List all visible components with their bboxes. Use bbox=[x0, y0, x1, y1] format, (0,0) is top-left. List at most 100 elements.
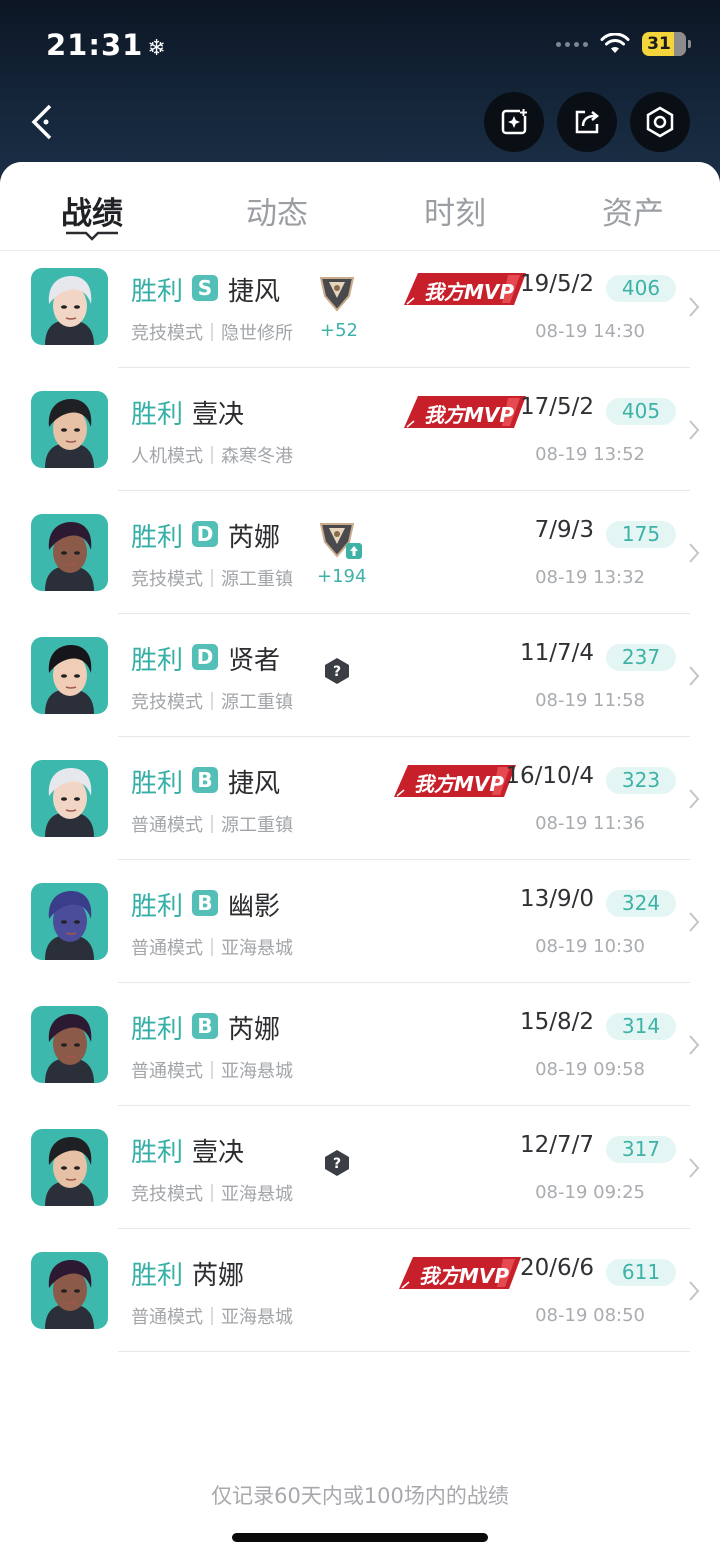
match-time: 08-19 13:52 bbox=[535, 444, 645, 465]
match-mode-map: 普通模式｜源工重镇 bbox=[131, 815, 293, 836]
match-score: 323 bbox=[606, 767, 676, 794]
mvp-label: 我方MVP bbox=[424, 403, 515, 427]
battery-level: 31 bbox=[647, 34, 671, 54]
hero-name: 芮娜 bbox=[192, 1261, 245, 1291]
match-row[interactable]: 胜利 B 捷风 普通模式｜源工重镇 我方MVP 16/10/4 323 08-19 11:… bbox=[0, 737, 720, 860]
match-list: 胜利C捷风普通模式｜源工重镇10/9/319608-19 14:55 胜利S捷风… bbox=[0, 162, 720, 1352]
tab-assets[interactable]: 资产 bbox=[602, 188, 664, 233]
tab-bar: 战绩 动态 时刻 资产 bbox=[0, 162, 720, 251]
svg-text:?: ? bbox=[333, 1156, 341, 1172]
tab-activity[interactable]: 动态 bbox=[246, 188, 308, 233]
kda: 16/10/4 bbox=[505, 763, 594, 789]
hero-name: 捷风 bbox=[228, 769, 281, 799]
match-row[interactable]: 胜利 芮娜 普通模式｜亚海悬城 我方MVP 20/6/6 611 08-19 08:50 bbox=[0, 1229, 720, 1352]
match-score: 314 bbox=[606, 1013, 676, 1040]
match-row[interactable]: 胜利 壹决人机模式｜森寒冬港 我方MVP 17/5/2 405 08-19 13:52 bbox=[0, 368, 720, 491]
match-rank-badge: B bbox=[192, 767, 218, 793]
settings-button[interactable] bbox=[630, 92, 690, 152]
rank-up-icon bbox=[346, 543, 362, 559]
status-indicators: 31 bbox=[556, 32, 691, 56]
rank-points-change: +52 bbox=[320, 320, 358, 341]
match-score: 317 bbox=[606, 1136, 676, 1163]
match-result: 胜利 bbox=[131, 400, 184, 430]
match-score: 406 bbox=[606, 275, 676, 302]
hero-avatar bbox=[31, 1252, 108, 1329]
match-row[interactable]: 胜利 B 芮娜 普通模式｜亚海悬城 15/8/2 314 08-19 09:58 bbox=[0, 983, 720, 1106]
hero-name: 壹决 bbox=[192, 400, 245, 430]
kda: 15/8/2 bbox=[519, 1009, 594, 1035]
match-row[interactable]: 胜利 D 芮娜 竞技模式｜源工重镇 +194 7/9/3 175 08-19 13:32 bbox=[0, 491, 720, 614]
content-sheet: 战绩 动态 时刻 资产 胜利C捷风普通模式｜源工重镇10/9/319608-19… bbox=[0, 162, 720, 1558]
match-result: 胜利 bbox=[131, 1261, 184, 1291]
match-score: 324 bbox=[606, 890, 676, 917]
match-row[interactable]: 胜利 S 捷风 竞技模式｜隐世修所 我方MVP +52 19/5/2 406 08-19 1… bbox=[0, 245, 720, 368]
hero-avatar bbox=[31, 1006, 108, 1083]
match-time: 08-19 14:30 bbox=[535, 321, 645, 342]
hero-avatar bbox=[31, 760, 108, 837]
kda: 11/7/4 bbox=[519, 640, 594, 666]
match-score: 405 bbox=[606, 398, 676, 425]
kda: 12/7/7 bbox=[519, 1132, 594, 1158]
match-result: 胜利 bbox=[131, 892, 184, 922]
chevron-right-icon bbox=[689, 1281, 700, 1301]
wifi-icon bbox=[600, 33, 630, 53]
tab-moments[interactable]: 时刻 bbox=[424, 188, 486, 233]
share-button[interactable] bbox=[557, 92, 617, 152]
sparkle-add-icon bbox=[501, 109, 527, 135]
match-result: 胜利 bbox=[131, 769, 184, 799]
match-rank-badge: D bbox=[192, 521, 218, 547]
match-mode-map: 普通模式｜亚海悬城 bbox=[131, 1307, 293, 1328]
match-time: 08-19 11:58 bbox=[535, 690, 645, 711]
battery-icon: 31 bbox=[642, 32, 691, 56]
match-rank-badge: D bbox=[192, 644, 218, 670]
hero-avatar bbox=[31, 1129, 108, 1206]
hero-avatar bbox=[31, 391, 108, 468]
match-row[interactable]: 胜利 D 贤者 竞技模式｜源工重镇 ? 11/7/4 237 08-19 11:58 bbox=[0, 614, 720, 737]
match-result: 胜利 bbox=[131, 277, 184, 307]
match-score: 175 bbox=[606, 521, 676, 548]
share-icon bbox=[575, 110, 600, 134]
match-time: 08-19 13:32 bbox=[535, 567, 645, 588]
kda: 19/5/2 bbox=[519, 271, 594, 297]
match-score: 237 bbox=[606, 644, 676, 671]
match-row[interactable]: 胜利 壹决竞技模式｜亚海悬城 ? 12/7/7 317 08-19 09:25 bbox=[0, 1106, 720, 1229]
match-time: 08-19 09:25 bbox=[535, 1182, 645, 1203]
home-indicator[interactable] bbox=[232, 1533, 488, 1542]
match-mode-map: 普通模式｜亚海悬城 bbox=[131, 938, 293, 959]
rank-points-change: +194 bbox=[317, 566, 367, 587]
snowflake-icon: ❄ bbox=[147, 36, 167, 61]
cellular-signal-icon bbox=[556, 41, 588, 47]
kda: 20/6/6 bbox=[519, 1255, 594, 1281]
match-mode-map: 竞技模式｜源工重镇 bbox=[131, 692, 293, 713]
match-mode-map: 竞技模式｜亚海悬城 bbox=[131, 1184, 293, 1205]
hero-name: 捷风 bbox=[228, 277, 281, 307]
hero-name: 壹决 bbox=[192, 1138, 245, 1168]
match-mode-map: 竞技模式｜隐世修所 bbox=[131, 323, 293, 344]
rank-medal-icon bbox=[319, 277, 355, 312]
sparkle-add-button[interactable] bbox=[484, 92, 544, 152]
match-result: 胜利 bbox=[131, 1138, 184, 1168]
chevron-right-icon bbox=[689, 543, 700, 563]
chevron-right-icon bbox=[689, 297, 700, 317]
hero-name: 芮娜 bbox=[228, 1015, 281, 1045]
back-icon[interactable] bbox=[28, 100, 68, 144]
match-mode-map: 人机模式｜森寒冬港 bbox=[131, 446, 293, 467]
hero-avatar bbox=[31, 637, 108, 714]
svg-text:?: ? bbox=[333, 664, 341, 680]
unknown-rank-icon: ? bbox=[325, 1150, 349, 1176]
match-result: 胜利 bbox=[131, 646, 184, 676]
kda: 7/9/3 bbox=[534, 517, 594, 543]
mvp-label: 我方MVP bbox=[414, 772, 505, 796]
match-time: 08-19 09:58 bbox=[535, 1059, 645, 1080]
match-row[interactable]: 胜利 B 幽影 普通模式｜亚海悬城 13/9/0 324 08-19 10:30 bbox=[0, 860, 720, 983]
match-result: 胜利 bbox=[131, 1015, 184, 1045]
match-rank-badge: B bbox=[192, 890, 218, 916]
row-divider bbox=[118, 1351, 690, 1352]
chevron-right-icon bbox=[689, 789, 700, 809]
tab-record[interactable]: 战绩 bbox=[61, 188, 123, 233]
footer-note: 仅记录60天内或100场内的战绩 bbox=[211, 1484, 509, 1508]
chevron-right-icon bbox=[689, 666, 700, 686]
status-time: 21:31 ❄ bbox=[46, 28, 167, 62]
kda: 17/5/2 bbox=[519, 394, 594, 420]
chevron-right-icon bbox=[689, 420, 700, 440]
